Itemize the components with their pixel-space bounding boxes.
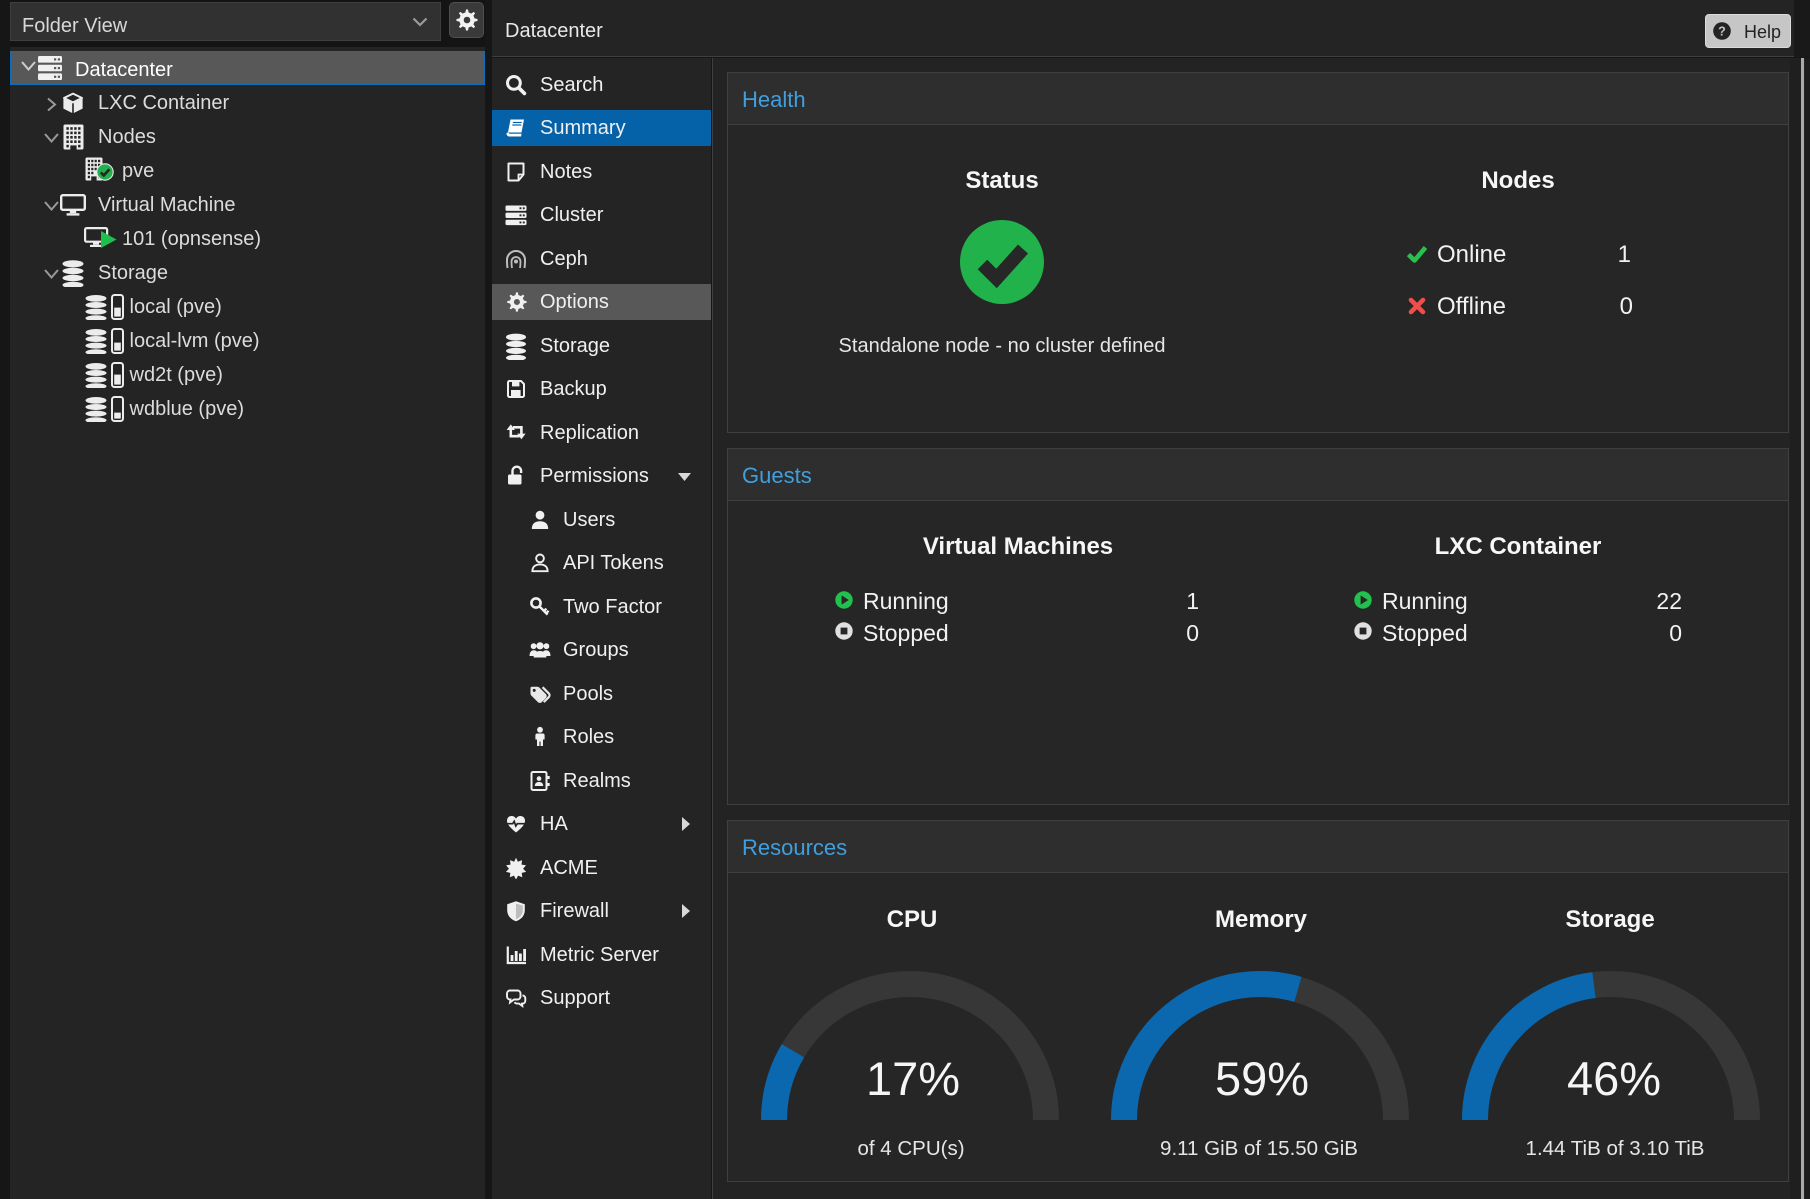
- svg-text:?: ?: [1718, 24, 1726, 38]
